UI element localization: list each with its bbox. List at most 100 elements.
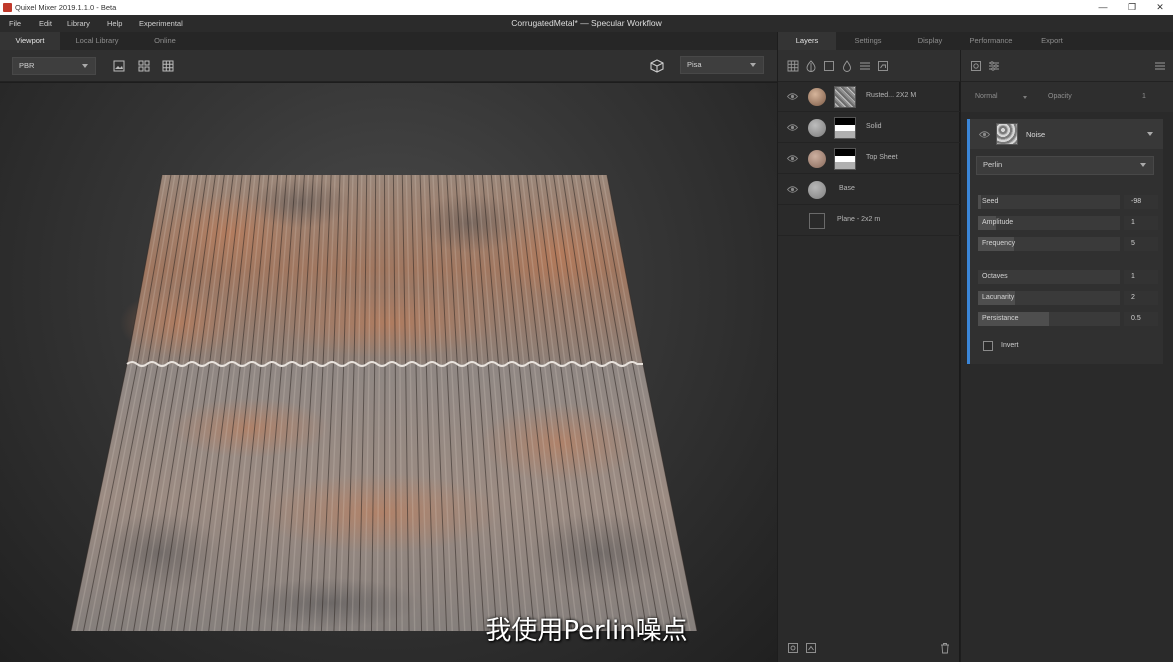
layer-material-swatch — [808, 181, 826, 199]
menu-edit[interactable]: Edit — [39, 19, 52, 28]
noise-type-dropdown[interactable]: Perlin — [976, 156, 1154, 175]
right-panel-tabs: Layers Settings Display Performance Expo… — [778, 32, 1173, 50]
add-paint-icon[interactable] — [805, 60, 817, 72]
app-title: Quixel Mixer 2019.1.1.0 - Beta — [15, 3, 117, 12]
layer-name: Top Sheet — [866, 154, 898, 161]
eye-icon[interactable] — [786, 185, 799, 194]
param-label: Amplitude — [982, 219, 1014, 226]
grid-3x3-icon[interactable] — [160, 58, 176, 74]
cube-icon[interactable] — [649, 58, 665, 74]
param-label: Lacunarity — [982, 294, 1015, 301]
title-bar: Quixel Mixer 2019.1.1.0 - Beta — ❐ ✕ — [0, 0, 1173, 15]
noise-thumbnail — [996, 123, 1018, 145]
layers-toolbar — [778, 50, 960, 82]
image-view-icon[interactable] — [111, 58, 127, 74]
blend-mode-dropdown[interactable]: Normal — [975, 93, 998, 100]
param-amplitude[interactable]: Amplitude 1 — [978, 216, 1158, 230]
layer-row[interactable]: Top Sheet — [778, 144, 960, 174]
restore-button[interactable]: ❐ — [1117, 0, 1147, 15]
opacity-label: Opacity — [1048, 93, 1072, 100]
param-slider[interactable] — [978, 195, 1120, 209]
add-surface-icon[interactable] — [787, 60, 799, 72]
param-label: Frequency — [982, 240, 1016, 247]
param-frequency[interactable]: Frequency 5 — [978, 237, 1158, 251]
layer-name: Solid — [866, 123, 882, 130]
menu-file[interactable]: File — [9, 19, 21, 28]
plane-icon — [809, 213, 825, 229]
grid-2x2-icon[interactable] — [136, 58, 152, 74]
corrugation-rib — [384, 174, 386, 365]
noise-layer-block: Noise Perlin Seed -98 Amplitude 1 Freque… — [967, 119, 1163, 364]
param-octaves[interactable]: Octaves 1 — [978, 270, 1158, 284]
tab-online[interactable]: Online — [140, 32, 190, 50]
tab-viewport[interactable]: Viewport — [0, 32, 60, 50]
param-value[interactable]: 2 — [1124, 291, 1158, 305]
add-group-icon[interactable] — [859, 60, 871, 72]
chevron-down-icon — [750, 63, 756, 67]
noise-header[interactable]: Noise — [970, 119, 1163, 149]
layer-material-swatch — [808, 88, 826, 106]
param-value[interactable]: -98 — [1124, 195, 1158, 209]
param-label: Persistance — [982, 315, 1019, 322]
slider-fill — [978, 195, 981, 209]
environment-value: Pisa — [687, 60, 702, 69]
add-mask-icon[interactable] — [877, 60, 889, 72]
menu-help[interactable]: Help — [107, 19, 122, 28]
blend-row: Normal Opacity 1 — [961, 82, 1173, 112]
tab-settings[interactable]: Settings — [840, 32, 896, 50]
add-solid-icon[interactable] — [823, 60, 835, 72]
tab-performance[interactable]: Performance — [962, 32, 1020, 50]
param-label: Seed — [982, 198, 999, 205]
tab-export[interactable]: Export — [1026, 32, 1078, 50]
layer-mask-thumbnail — [834, 117, 856, 139]
tab-local-library[interactable]: Local Library — [64, 32, 130, 50]
param-value[interactable]: 5 — [1124, 237, 1158, 251]
param-value[interactable]: 1 — [1124, 216, 1158, 230]
opacity-value[interactable]: 1 — [1142, 93, 1146, 100]
3d-viewport[interactable] — [0, 83, 777, 662]
tab-display[interactable]: Display — [902, 32, 958, 50]
menu-library[interactable]: Library — [67, 19, 90, 28]
param-persistance[interactable]: Persistance 0.5 — [978, 312, 1158, 326]
properties-panel: Normal Opacity 1 Noise Perlin Seed -98 A… — [961, 50, 1173, 662]
tab-layers[interactable]: Layers — [778, 32, 836, 50]
layer-mask-thumbnail — [834, 86, 856, 108]
layer-material-swatch — [808, 119, 826, 137]
environment-dropdown[interactable]: Pisa — [680, 56, 764, 74]
corrugated-metal-preview — [70, 174, 698, 632]
layer-material-swatch — [808, 150, 826, 168]
noise-type-value: Perlin — [983, 160, 1003, 169]
layer-row[interactable]: Solid — [778, 113, 960, 143]
eye-icon[interactable] — [786, 154, 799, 163]
add-fill-icon[interactable] — [841, 60, 853, 72]
param-lacunarity[interactable]: Lacunarity 2 — [978, 291, 1158, 305]
layer-name: Plane - 2x2 m — [837, 216, 881, 223]
layer-properties-icon[interactable] — [970, 60, 982, 72]
layer-row[interactable]: Base — [778, 175, 960, 205]
close-button[interactable]: ✕ — [1145, 0, 1173, 15]
noise-name: Noise — [1026, 130, 1046, 139]
render-mode-dropdown[interactable]: PBR — [12, 57, 96, 75]
viewport-tabs: Viewport Local Library Online — [0, 32, 777, 50]
layer-row[interactable]: Rusted... 2X2 M — [778, 82, 960, 112]
viewport-toolbar: PBR Pisa — [0, 50, 777, 82]
adjustments-icon[interactable] — [988, 60, 1000, 72]
hamburger-menu-icon[interactable] — [1154, 60, 1166, 72]
param-value[interactable]: 0.5 — [1124, 312, 1158, 326]
eye-icon[interactable] — [786, 92, 799, 101]
invert-label: Invert — [1001, 342, 1019, 349]
app-logo-icon — [3, 3, 12, 12]
video-subtitle: 我使用Perlin噪点 — [485, 616, 688, 646]
param-label: Octaves — [982, 273, 1008, 280]
layer-row[interactable]: Plane - 2x2 m — [778, 206, 960, 236]
eye-icon[interactable] — [786, 123, 799, 132]
minimize-button[interactable]: — — [1088, 0, 1118, 15]
chevron-down-icon[interactable] — [1147, 132, 1153, 136]
layer-name: Rusted... 2X2 M — [866, 92, 917, 99]
eye-icon[interactable] — [978, 130, 991, 139]
param-value[interactable]: 1 — [1124, 270, 1158, 284]
quixel-mixer-window: Quixel Mixer 2019.1.1.0 - Beta — ❐ ✕ Cor… — [0, 0, 1173, 662]
menu-experimental[interactable]: Experimental — [139, 19, 183, 28]
param-seed[interactable]: Seed -98 — [978, 195, 1158, 209]
invert-checkbox[interactable] — [983, 341, 993, 351]
